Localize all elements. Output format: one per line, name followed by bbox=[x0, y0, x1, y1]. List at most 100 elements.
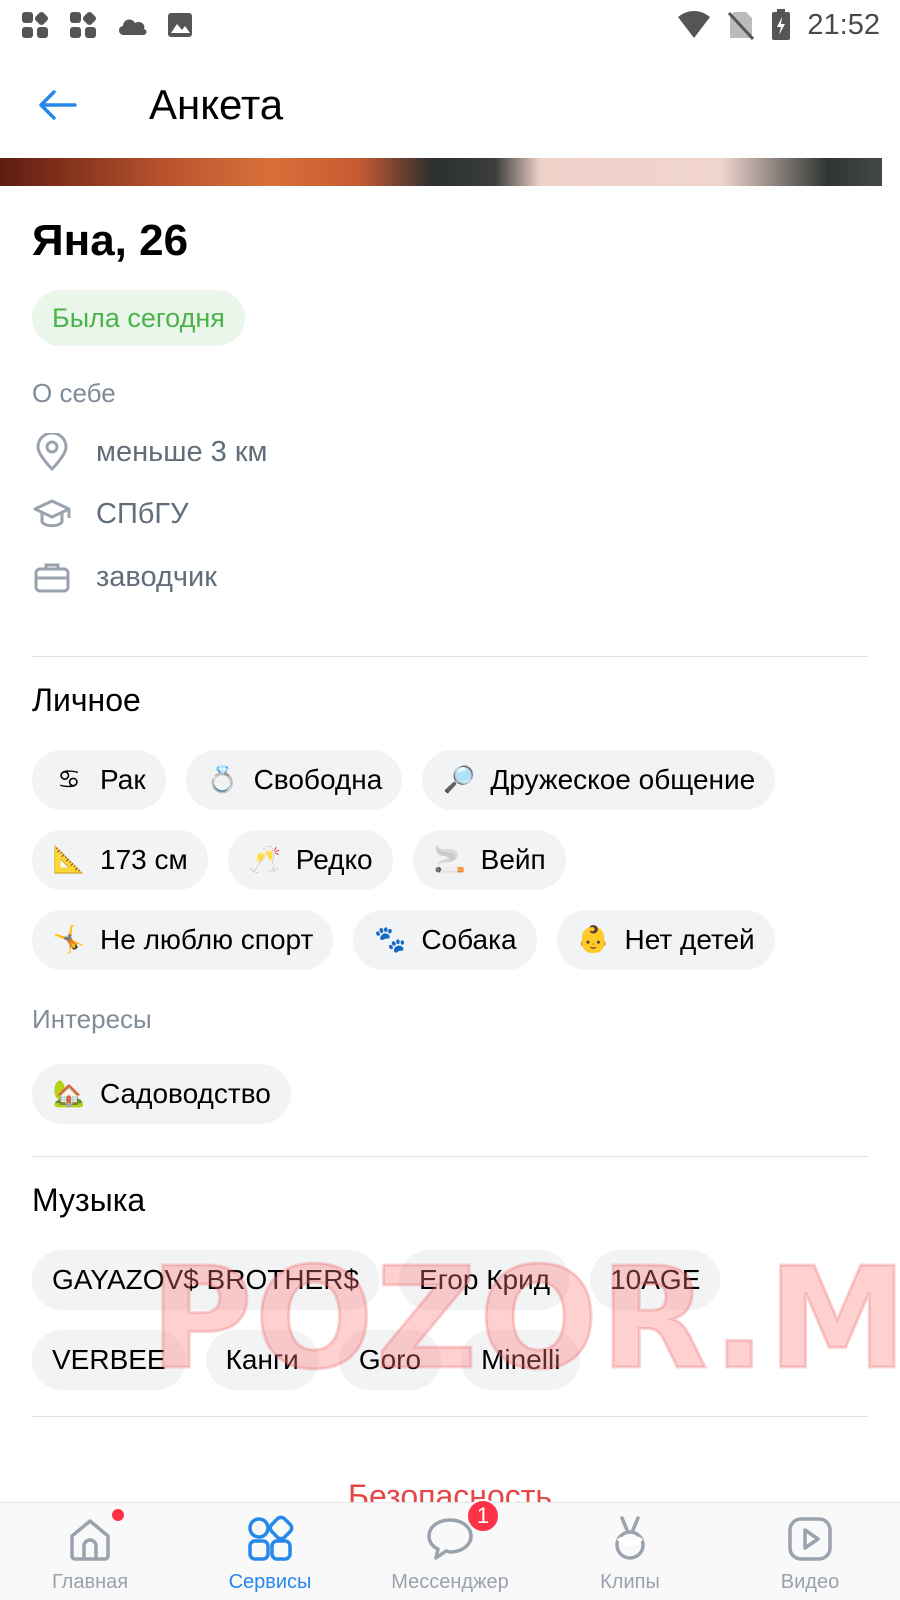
tab-services[interactable]: Сервисы bbox=[180, 1503, 360, 1600]
ring-icon: 💍 bbox=[206, 765, 239, 795]
tag-chip[interactable]: 🤸 Не люблю спорт bbox=[32, 910, 334, 970]
tag-chip[interactable]: 📐 173 см bbox=[32, 830, 208, 890]
magnifier-icon: 🔎 bbox=[443, 765, 476, 795]
chip-label: Садоводство bbox=[100, 1078, 271, 1109]
home-icon bbox=[62, 1509, 124, 1567]
chip-label: Вейп bbox=[480, 844, 546, 875]
tab-label: Главная bbox=[51, 1571, 129, 1593]
tag-chip[interactable]: 🏡 Садоводство bbox=[32, 1064, 291, 1124]
image-icon bbox=[168, 13, 192, 37]
music-chips: GAYAZOV$ BROTHER$ Егор Крид 10AGE VERBEE Кан… bbox=[32, 1250, 868, 1390]
divider bbox=[32, 656, 868, 657]
chip-label: Рак bbox=[100, 764, 146, 795]
paw-prints-icon: 🐾 bbox=[374, 925, 407, 955]
house-garden-icon: 🏡 bbox=[52, 1079, 86, 1109]
chip-label: GAYAZOV$ BROTHER$ bbox=[52, 1264, 360, 1295]
about-label: О себе bbox=[32, 378, 116, 408]
tab-label: Сервисы bbox=[228, 1571, 312, 1593]
no-sim-icon bbox=[728, 11, 755, 40]
tag-chip[interactable]: 🚬 Вейп bbox=[412, 830, 566, 890]
tab-label: Видео bbox=[780, 1571, 840, 1593]
location-pin-icon bbox=[32, 432, 72, 472]
job-text: заводчик bbox=[96, 560, 217, 593]
chip-label: Свободна bbox=[253, 764, 383, 795]
unread-badge: 1 bbox=[466, 1499, 500, 1533]
system-icons: 21:52 bbox=[677, 9, 880, 42]
baby-icon: 👶 bbox=[577, 925, 610, 955]
chip-label: 10AGE bbox=[610, 1264, 701, 1295]
video-icon bbox=[782, 1511, 838, 1567]
profile-photo[interactable] bbox=[0, 158, 900, 186]
chip-label: 173 см bbox=[100, 844, 188, 875]
personal-chips: ♋ Рак 💍 Свободна 🔎 Дружеское общение 📐 173 см 🥂 Р… bbox=[32, 750, 868, 970]
music-artist-chip[interactable]: 10AGE bbox=[590, 1250, 721, 1310]
music-artist-chip[interactable]: Канги bbox=[205, 1330, 319, 1390]
cigarette-icon: 🚬 bbox=[433, 845, 466, 875]
chip-label: Нет детей bbox=[624, 924, 755, 955]
music-artist-chip[interactable]: GAYAZOV$ BROTHER$ bbox=[32, 1250, 380, 1310]
chip-label: Егор Крид bbox=[419, 1264, 551, 1295]
divider bbox=[32, 1416, 868, 1417]
info-row-distance: меньше 3 км bbox=[32, 430, 267, 474]
info-row-job: заводчик bbox=[32, 555, 217, 599]
page-title: Анкета bbox=[149, 81, 284, 128]
tag-chip[interactable]: 🔎 Дружеское общение bbox=[422, 750, 776, 810]
chip-label: Minelli bbox=[481, 1344, 561, 1375]
tag-chip[interactable]: 👶 Нет детей bbox=[556, 910, 775, 970]
music-artist-chip[interactable]: VERBEE bbox=[32, 1330, 186, 1390]
wifi-icon bbox=[678, 11, 711, 38]
champagne-glasses-icon: 🥂 bbox=[248, 845, 281, 875]
interests-label: Интересы bbox=[32, 1004, 152, 1034]
cloud-icon bbox=[118, 19, 147, 35]
arrow-left-icon bbox=[39, 90, 77, 120]
messenger-bubble-icon: 1 bbox=[422, 1499, 500, 1567]
cancer-zodiac-icon: ♋ bbox=[57, 765, 81, 795]
tab-label: Клипы bbox=[600, 1571, 660, 1593]
notification-icons bbox=[20, 10, 194, 40]
personal-section-title: Личное bbox=[32, 682, 141, 718]
app-header: Анкета bbox=[0, 55, 900, 155]
triangle-ruler-icon: 📐 bbox=[52, 845, 86, 875]
interest-chips: 🏡 Садоводство bbox=[32, 1064, 868, 1124]
info-row-education: СПбГУ bbox=[32, 492, 189, 536]
graduation-cap-icon bbox=[32, 494, 72, 534]
clock: 21:52 bbox=[807, 8, 880, 41]
music-artist-chip[interactable]: Егор Крид bbox=[399, 1250, 571, 1310]
chip-label: VERBEE bbox=[52, 1344, 166, 1375]
battery-icon bbox=[772, 9, 791, 40]
tag-chip[interactable]: ♋ Рак bbox=[32, 750, 166, 810]
status-bar: 21:52 bbox=[0, 0, 900, 50]
bottom-tab-bar: Главная Сервисы 1 Мессенджер Клипы Видео bbox=[0, 1499, 900, 1600]
chip-label: Дружеское общение bbox=[490, 764, 756, 795]
chip-label: Собака bbox=[421, 924, 517, 955]
divider bbox=[32, 1156, 868, 1157]
briefcase-icon bbox=[32, 557, 72, 597]
tab-messenger[interactable]: 1 Мессенджер bbox=[360, 1499, 540, 1600]
tab-video[interactable]: Видео bbox=[720, 1503, 900, 1600]
tag-chip[interactable]: 🥂 Редко bbox=[227, 830, 393, 890]
music-section-title: Музыка bbox=[32, 1182, 146, 1218]
tab-label: Мессенджер bbox=[391, 1571, 509, 1593]
app-grid-icon bbox=[70, 11, 97, 38]
music-artist-chip[interactable]: Minelli bbox=[461, 1330, 581, 1390]
online-status-badge: Была сегодня bbox=[32, 290, 245, 346]
profile-name: Яна, 26 bbox=[32, 216, 189, 265]
tab-clips[interactable]: Клипы bbox=[540, 1503, 720, 1600]
music-artist-chip[interactable]: Goro bbox=[338, 1330, 442, 1390]
back-button[interactable] bbox=[22, 70, 92, 140]
education-text: СПбГУ bbox=[96, 497, 189, 530]
distance-text: меньше 3 км bbox=[96, 435, 268, 468]
tag-chip[interactable]: 💍 Свободна bbox=[185, 750, 403, 810]
tab-home[interactable]: Главная bbox=[0, 1503, 180, 1600]
chip-label: Goro bbox=[358, 1344, 422, 1375]
chip-label: Редко bbox=[295, 844, 373, 875]
tag-chip[interactable]: 🐾 Собака bbox=[353, 910, 537, 970]
services-grid-icon bbox=[242, 1511, 298, 1567]
cartwheel-person-icon: 🤸 bbox=[52, 925, 86, 955]
chip-label: Канги bbox=[225, 1344, 299, 1375]
clips-icon bbox=[602, 1511, 658, 1567]
chip-label: Не люблю спорт bbox=[100, 924, 314, 955]
notification-dot bbox=[112, 1509, 124, 1521]
app-grid-icon bbox=[22, 11, 49, 38]
photo-edge bbox=[882, 158, 900, 186]
